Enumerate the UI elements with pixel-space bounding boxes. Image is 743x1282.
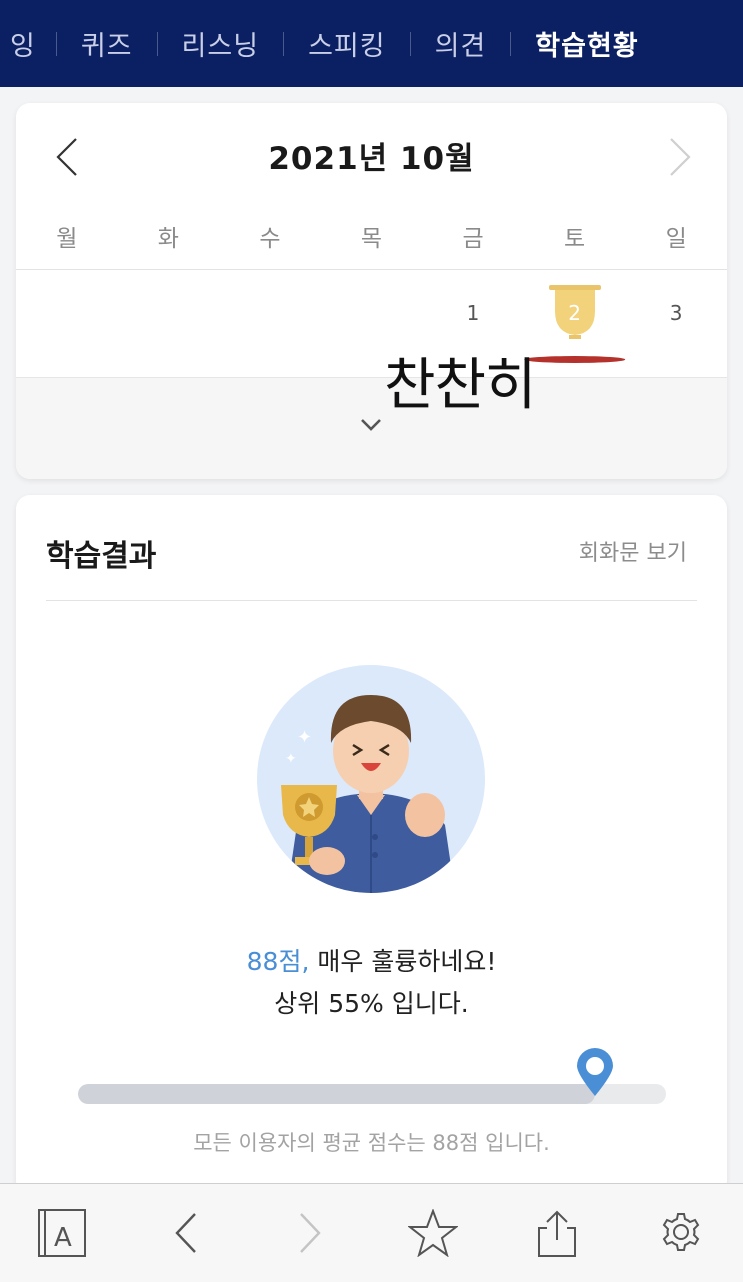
svg-text:✦: ✦: [285, 751, 297, 767]
bookmark-button[interactable]: [403, 1203, 463, 1263]
trophy-day-number: 2: [568, 301, 581, 325]
next-month-icon[interactable]: [669, 137, 691, 177]
trophy-person-illustration: ✦ ✦: [257, 665, 485, 893]
calendar-day[interactable]: 1: [422, 301, 524, 341]
bookmark-star-icon: [408, 1209, 459, 1257]
calendar-header: 2021년 10월: [16, 103, 727, 203]
weekday-row: 월 화 수 목 금 토 일: [16, 219, 727, 259]
weekday-label: 일: [665, 226, 687, 252]
browser-toolbar: A: [0, 1183, 743, 1282]
result-divider: [46, 600, 697, 601]
back-icon: [175, 1213, 196, 1253]
rank-message: 상위 55% 입니다.: [274, 989, 469, 1018]
calendar-day: [219, 301, 321, 341]
reader-mode-icon: A: [37, 1209, 86, 1257]
praise-text: 매우 훌륭하네요!: [309, 947, 497, 976]
tab-opinion[interactable]: 의견: [411, 24, 511, 63]
svg-text:A: A: [54, 1223, 72, 1253]
result-title: 학습결과: [46, 539, 157, 574]
svg-text:✦: ✦: [297, 727, 312, 748]
calendar-expand-bar[interactable]: [16, 377, 727, 479]
settings-gear-icon: [662, 1213, 700, 1251]
chevron-down-icon[interactable]: [360, 418, 382, 432]
result-card: 학습결과 회화문 보기 ✦ ✦ 88점, 매우 훌륭하네요! 상위 55% 입니…: [16, 495, 727, 1195]
activity-dot: [523, 356, 626, 363]
score-message: 88점, 매우 훌륭하네요!: [16, 942, 727, 978]
forward-button[interactable]: [280, 1203, 340, 1263]
forward-icon: [299, 1213, 321, 1253]
tab-partial[interactable]: 잉: [0, 24, 56, 63]
calendar-day-trophy[interactable]: 2: [523, 285, 626, 363]
calendar-card: 2021년 10월 월 화 수 목 금 토 일 1 2 3: [16, 103, 727, 479]
score-progress-fill: [78, 1084, 596, 1104]
calendar-day: [16, 301, 118, 341]
top-nav: 잉 퀴즈 리스닝 스피킹 의견 학습현황: [0, 0, 743, 87]
calendar-divider: [16, 269, 727, 270]
score-value: 88점,: [246, 947, 310, 976]
score-marker-pin-icon: [577, 1048, 614, 1096]
weekday-label: 수: [259, 226, 281, 252]
calendar-month-title: 2021년 10월: [268, 141, 475, 177]
back-button[interactable]: [156, 1203, 216, 1263]
weekday-label: 화: [157, 226, 179, 252]
weekday-label: 금: [462, 226, 484, 252]
settings-button[interactable]: [651, 1203, 711, 1263]
share-icon: [538, 1210, 577, 1257]
weekday-label: 토: [564, 226, 586, 252]
share-button[interactable]: [527, 1203, 587, 1263]
overlay-caption: 찬찬히: [384, 353, 537, 418]
tab-speaking[interactable]: 스피킹: [284, 24, 410, 63]
reader-mode-button[interactable]: A: [32, 1203, 92, 1263]
day-row: 1 2 3: [16, 285, 727, 363]
calendar-day[interactable]: 3: [625, 301, 727, 341]
view-dialogue-link[interactable]: 회화문 보기: [579, 535, 687, 567]
tab-quiz[interactable]: 퀴즈: [57, 24, 157, 63]
calendar-day: [118, 301, 220, 341]
weekday-label: 월: [56, 226, 78, 252]
tab-study-status[interactable]: 학습현황: [511, 24, 662, 63]
calendar-day: [321, 301, 423, 341]
tab-listening[interactable]: 리스닝: [158, 24, 284, 63]
weekday-label: 목: [360, 226, 383, 252]
average-score-text: 모든 이용자의 평균 점수는 88점 입니다.: [193, 1131, 550, 1155]
